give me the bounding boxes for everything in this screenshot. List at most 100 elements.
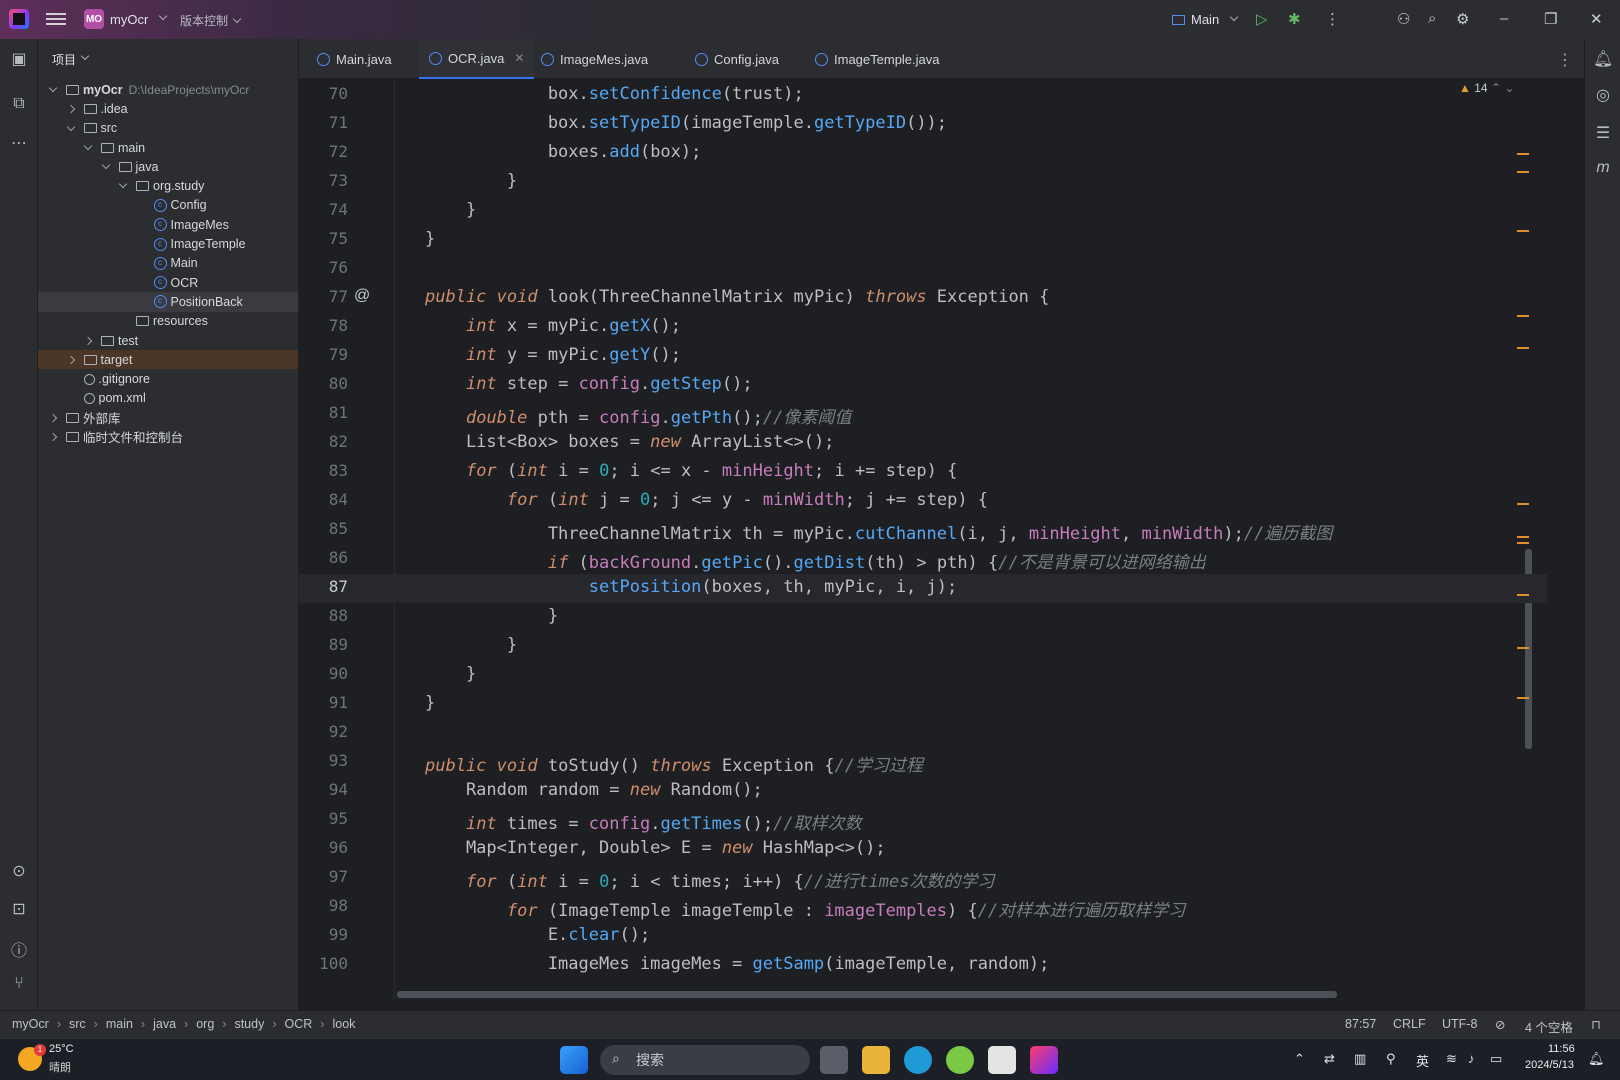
chevron-down-icon[interactable]	[83, 141, 93, 151]
debug-icon[interactable]: ✱	[1288, 10, 1301, 28]
taskbar-search[interactable]: ⌕ 搜索	[600, 1045, 810, 1075]
line-number[interactable]: 93	[299, 751, 394, 770]
project-tool-icon[interactable]: ▣	[9, 49, 29, 69]
notifications-icon[interactable]: 🔔︎	[1593, 49, 1613, 69]
code-line[interactable]: }	[425, 171, 517, 191]
code-line[interactable]: int times = config.getTimes();//取样次数	[425, 809, 862, 834]
tree-item[interactable]: myOcr D:\IdeaProjects\myOcr	[38, 80, 298, 99]
tab-imagemes[interactable]: ImageMes.java	[531, 39, 658, 79]
chevron-right-icon[interactable]	[83, 336, 93, 346]
warning-stripe-mark[interactable]	[1517, 542, 1529, 544]
code-line[interactable]: ImageMes imageMes = getSamp(imageTemple,…	[425, 954, 1050, 974]
warning-stripe-mark[interactable]	[1517, 536, 1529, 538]
tab-options-icon[interactable]: ⋮	[1557, 50, 1573, 70]
chevron-right-icon[interactable]	[66, 355, 75, 365]
line-number[interactable]: 76	[299, 258, 394, 277]
vcs-menu[interactable]: 版本控制	[180, 12, 242, 29]
code-line[interactable]: int step = config.getStep();	[425, 374, 753, 394]
warning-stripe-mark[interactable]	[1517, 315, 1529, 317]
warning-stripe-mark[interactable]	[1517, 171, 1529, 173]
tab-imagetemple[interactable]: ImageTemple.java	[805, 39, 950, 79]
tree-item[interactable]: resources	[38, 312, 298, 331]
close-icon[interactable]: ✕	[1590, 10, 1603, 28]
main-menu-icon[interactable]	[46, 10, 66, 30]
tree-item[interactable]: pom.xml	[38, 389, 298, 408]
terminal-icon[interactable]: ⊡	[9, 899, 29, 919]
line-number[interactable]: 87	[299, 577, 394, 596]
close-tab-icon[interactable]: ✕	[514, 51, 524, 65]
tree-item[interactable]: src	[38, 119, 298, 138]
line-number[interactable]: 85	[299, 519, 394, 538]
code-line[interactable]: ThreeChannelMatrix th = myPic.cutChannel…	[425, 519, 1333, 544]
line-number[interactable]: 84	[299, 490, 394, 509]
wifi-icon[interactable]: ≋	[1446, 1051, 1457, 1067]
warning-indicator[interactable]: ▲ 14 ⌃ ⌄	[1459, 81, 1514, 95]
tree-item[interactable]: c ImageTemple	[38, 234, 298, 253]
breadcrumb-item[interactable]: myOcr	[12, 1017, 49, 1031]
database-icon[interactable]: ☰	[1593, 123, 1613, 143]
chevron-right-icon[interactable]	[48, 413, 58, 423]
code-line[interactable]: }	[425, 664, 476, 684]
mail-app-icon[interactable]	[988, 1046, 1016, 1074]
line-number[interactable]: 96	[299, 838, 394, 857]
tree-item[interactable]: 外部库	[38, 408, 298, 427]
tree-item[interactable]: 临时文件和控制台	[38, 427, 298, 446]
line-number[interactable]: 98	[299, 896, 394, 915]
code-line[interactable]: }	[425, 229, 435, 249]
lock-icon[interactable]: ⊓	[1591, 1017, 1601, 1032]
breadcrumb-item[interactable]: org	[196, 1017, 214, 1031]
intellij-taskbar-icon[interactable]	[1030, 1046, 1058, 1074]
code-line[interactable]: box.setTypeID(imageTemple.getTypeID());	[425, 113, 947, 133]
code-line[interactable]: setPosition(boxes, th, myPic, i, j);	[425, 577, 957, 597]
code-editor[interactable]: ▲ 14 ⌃ ⌄ 70 box.setConfidence(trust); 71 …	[299, 79, 1584, 1000]
warning-stripe-mark[interactable]	[1517, 594, 1529, 596]
tree-item[interactable]: .idea	[38, 99, 298, 118]
line-number[interactable]: 70	[299, 84, 394, 103]
warning-stripe-mark[interactable]	[1517, 230, 1529, 232]
ime-indicator[interactable]: 英	[1416, 1051, 1429, 1070]
settings-gear-icon[interactable]: ⚙	[1456, 10, 1469, 28]
line-number[interactable]: 81	[299, 403, 394, 422]
chevron-right-icon[interactable]	[66, 105, 75, 114]
breadcrumb-item[interactable]: study	[234, 1017, 264, 1031]
line-number[interactable]: 79	[299, 345, 394, 364]
microphone-icon[interactable]: ⚲	[1386, 1051, 1396, 1067]
line-number[interactable]: 82	[299, 432, 394, 451]
code-line[interactable]: for (int j = 0; j <= y - minWidth; j += …	[425, 490, 988, 510]
warning-stripe-mark[interactable]	[1517, 347, 1529, 349]
breadcrumb-item[interactable]: OCR	[285, 1017, 313, 1031]
code-line[interactable]: if (backGround.getPic().getDist(th) > pt…	[425, 548, 1206, 573]
tab-main[interactable]: Main.java	[307, 39, 402, 79]
clock-time[interactable]: 11:56	[1548, 1043, 1575, 1055]
code-line[interactable]: public void look(ThreeChannelMatrix myPi…	[425, 287, 1049, 307]
tree-item[interactable]: main	[38, 138, 298, 157]
tab-config[interactable]: Config.java	[685, 39, 789, 79]
line-separator[interactable]: CRLF	[1393, 1017, 1426, 1031]
override-gutter-icon[interactable]: @	[354, 287, 370, 305]
code-line[interactable]: for (int i = 0; i < times; i++) {//进行tim…	[425, 867, 994, 892]
chrome-icon[interactable]	[946, 1046, 974, 1074]
maven-icon[interactable]: m	[1593, 159, 1613, 179]
clock-date[interactable]: 2024/5/13	[1525, 1059, 1574, 1071]
task-view-icon[interactable]	[820, 1046, 848, 1074]
restore-icon[interactable]: ❐	[1544, 10, 1557, 28]
inspection-icon[interactable]: ⊘	[1495, 1017, 1505, 1032]
code-line[interactable]: }	[425, 693, 435, 713]
line-number[interactable]: 74	[299, 200, 394, 219]
horizontal-scrollbar[interactable]	[397, 991, 1337, 998]
project-switcher[interactable]: MO myOcr	[84, 9, 168, 29]
line-number[interactable]: 75	[299, 229, 394, 248]
tree-item[interactable]: org.study	[38, 176, 298, 195]
warning-stripe-mark[interactable]	[1517, 503, 1529, 505]
line-number[interactable]: 90	[299, 664, 394, 683]
tray-app-icon[interactable]: ⇄	[1324, 1051, 1335, 1067]
tab-ocr[interactable]: OCR.java ✕	[419, 39, 535, 79]
notification-bell-icon[interactable]: 🔔︎	[1588, 1051, 1605, 1067]
breadcrumb-item[interactable]: java	[153, 1017, 176, 1031]
volume-icon[interactable]: ♪	[1468, 1051, 1475, 1066]
line-number[interactable]: 92	[299, 722, 394, 741]
tree-item[interactable]: c ImageMes	[38, 215, 298, 234]
chevron-down-icon[interactable]	[101, 160, 110, 170]
line-number[interactable]: 97	[299, 867, 394, 886]
line-number[interactable]: 77	[299, 287, 394, 306]
